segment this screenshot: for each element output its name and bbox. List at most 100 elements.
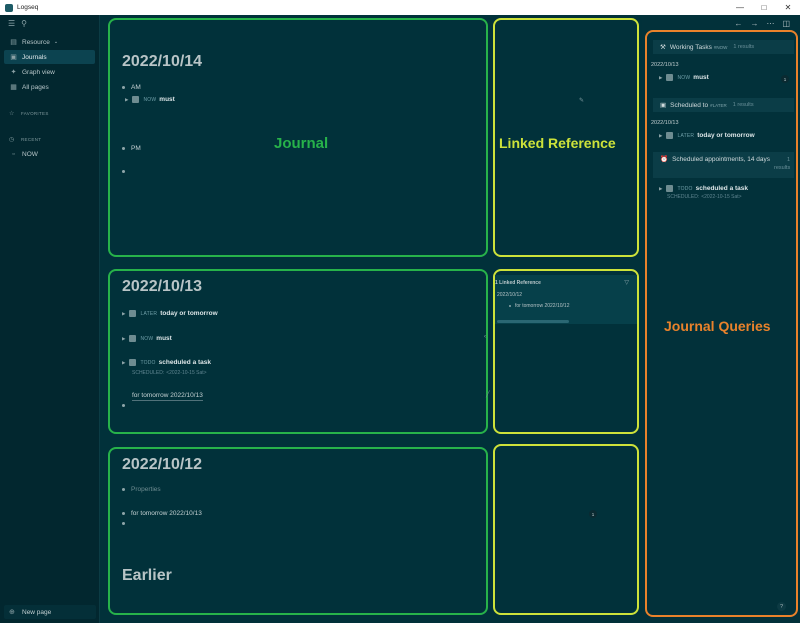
chevron-down-icon[interactable]: ⌄: [54, 39, 58, 45]
bullet-icon[interactable]: [122, 86, 125, 89]
block[interactable]: AM: [122, 84, 141, 91]
task-checkbox[interactable]: [666, 74, 674, 81]
sidebar-item-graph-view[interactable]: ✦ Graph view: [4, 65, 95, 79]
edit-icon[interactable]: ✎: [579, 97, 584, 104]
plus-circle-icon: ⊕: [9, 609, 15, 616]
query-result-date[interactable]: 2022/10/13: [651, 120, 679, 126]
search-icon[interactable]: ⚲: [21, 19, 27, 28]
page-reference-link[interactable]: for tomorrow 2022/10/13: [132, 392, 203, 401]
linked-reference-header[interactable]: 1 Linked Reference: [495, 280, 541, 286]
query-result-item[interactable]: ▶ LATER today or tomorrow: [659, 132, 755, 139]
collapse-arrow-icon[interactable]: ▶: [659, 186, 662, 192]
maximize-icon[interactable]: □: [752, 0, 776, 15]
empty-block[interactable]: [122, 170, 131, 173]
pages-icon: ▦: [10, 84, 17, 91]
linked-reference-card: 1 Linked Reference ▽ 2022/10/12 for tomo…: [484, 269, 639, 434]
result-count-badge[interactable]: 1: [781, 75, 789, 83]
folder-icon: ▤: [10, 39, 17, 46]
block[interactable]: PM: [122, 145, 141, 152]
horizontal-scrollbar[interactable]: [497, 320, 569, 323]
block[interactable]: ▶ LATER today or tomorrow: [122, 310, 218, 317]
empty-block[interactable]: [122, 522, 131, 525]
linked-reference-page[interactable]: 2022/10/12: [497, 292, 522, 298]
minimize-icon[interactable]: —: [728, 0, 752, 15]
menu-icon[interactable]: ☰: [8, 19, 15, 28]
task-checkbox[interactable]: [129, 310, 137, 317]
back-arrow-icon[interactable]: ←: [734, 19, 742, 28]
block[interactable]: for tomorrow 2022/10/13: [132, 392, 203, 401]
collapse-arrow-icon[interactable]: ▶: [122, 360, 125, 366]
linked-reference-item[interactable]: for tomorrow 2022/10/12: [509, 303, 569, 309]
page-icon: ▫: [12, 150, 15, 158]
bullet-icon[interactable]: [122, 404, 125, 407]
query-result-date[interactable]: 2022/10/13: [651, 62, 679, 68]
calendar-icon: ▣: [10, 54, 17, 61]
help-button[interactable]: ?: [777, 602, 786, 611]
empty-block[interactable]: [122, 404, 131, 407]
bullet-icon[interactable]: [122, 170, 125, 173]
linked-reference-overlay-label: Linked Reference: [499, 135, 616, 151]
bullet-icon[interactable]: [122, 512, 125, 515]
filter-icon[interactable]: ▽: [624, 279, 629, 286]
task-checkbox[interactable]: [132, 96, 140, 103]
scheduled-line: SCHEDULED: <2022-10-15 Sat>: [132, 370, 207, 376]
block[interactable]: for tomorrow 2022/10/13: [122, 510, 202, 517]
block[interactable]: ▶ NOW must: [122, 335, 172, 342]
sidebar-item-all-pages[interactable]: ▦ All pages: [4, 80, 95, 94]
task-checkbox[interactable]: [666, 132, 674, 139]
title-bar: Logseq — □ ✕: [0, 0, 800, 15]
task-checkbox[interactable]: [666, 185, 674, 192]
collapse-arrow-icon[interactable]: ▶: [659, 133, 662, 139]
query-result-item[interactable]: ▶ TODO scheduled a task: [659, 185, 748, 192]
bullet-icon[interactable]: [509, 305, 511, 307]
resize-handle-icon[interactable]: ╱: [486, 391, 490, 398]
new-page-button[interactable]: ⊕ New page: [4, 605, 96, 619]
bullet-icon[interactable]: [122, 522, 125, 525]
journal-date-title[interactable]: 2022/10/12: [122, 456, 202, 474]
properties-block[interactable]: Properties: [122, 486, 161, 493]
bullet-icon[interactable]: [122, 488, 125, 491]
journal-date-title[interactable]: 2022/10/14: [122, 53, 202, 71]
query-header-scheduled-to[interactable]: ▣ Scheduled to #LATER 1 results: [653, 98, 794, 112]
collapse-arrow-icon[interactable]: ▶: [659, 75, 662, 81]
query-header-scheduled-appointments[interactable]: ⏰ Scheduled appointments, 14 days 1 resu…: [653, 152, 794, 178]
journal-day-card: 2022/10/12 Properties for tomorrow 2022/…: [108, 447, 488, 615]
collapse-handle-icon[interactable]: ‹: [484, 334, 486, 340]
block[interactable]: ▶ TODO scheduled a task: [122, 359, 211, 366]
favorites-section[interactable]: ☆ FAVORITES: [0, 107, 99, 119]
task-checkbox[interactable]: [129, 359, 137, 366]
calendar-icon: ▣: [660, 102, 667, 109]
query-result-item[interactable]: ▶ NOW must: [659, 74, 709, 81]
linked-reference-panel: 1 Linked Reference ▽ 2022/10/12 for tomo…: [495, 275, 637, 324]
earlier-heading[interactable]: Earlier: [122, 567, 172, 585]
collapse-arrow-icon[interactable]: ▶: [122, 311, 125, 317]
task-checkbox[interactable]: [129, 335, 137, 342]
linked-reference-card: ✎ Linked Reference: [493, 18, 639, 257]
window-title: Logseq: [17, 4, 39, 11]
query-header-working-tasks[interactable]: ⚒ Working Tasks #NOW 1 results: [653, 40, 794, 54]
forward-arrow-icon[interactable]: →: [750, 19, 758, 28]
journal-day-card: 2022/10/13 ▶ LATER today or tomorrow ▶ N…: [108, 269, 488, 434]
block[interactable]: ▶ NOW must: [125, 96, 175, 103]
reference-count-badge[interactable]: 1: [589, 510, 597, 518]
linked-reference-card: 1: [493, 444, 639, 615]
star-icon: ☆: [9, 110, 15, 117]
collapse-arrow-icon[interactable]: ▶: [122, 336, 125, 342]
toggle-right-sidebar-icon[interactable]: ◫: [782, 19, 790, 28]
collapse-arrow-icon[interactable]: ▶: [125, 97, 128, 103]
close-icon[interactable]: ✕: [776, 0, 800, 15]
bullet-icon[interactable]: [122, 147, 125, 150]
sidebar-item-resource[interactable]: ▤ Resource ⌄: [4, 35, 95, 49]
scheduled-line: SCHEDULED: <2022-10-15 Sat>: [667, 194, 742, 200]
journal-queries-panel: ⚒ Working Tasks #NOW 1 results 2022/10/1…: [645, 30, 798, 617]
page-reference-link[interactable]: for tomorrow 2022/10/13: [131, 510, 202, 517]
journal-day-card: 2022/10/14 AM ▶ NOW must PM Journal: [108, 18, 488, 257]
more-options-icon[interactable]: ⋯: [766, 19, 774, 28]
clock-icon: ◷: [9, 136, 15, 143]
sidebar-item-journals[interactable]: ▣ Journals: [4, 50, 95, 64]
graph-icon: ✦: [10, 69, 17, 76]
recent-section[interactable]: ◷ RECENT: [0, 133, 99, 145]
recent-item-now[interactable]: ▫ NOW: [4, 147, 95, 161]
journal-queries-overlay-label: Journal Queries: [664, 318, 771, 334]
journal-date-title[interactable]: 2022/10/13: [122, 278, 202, 296]
